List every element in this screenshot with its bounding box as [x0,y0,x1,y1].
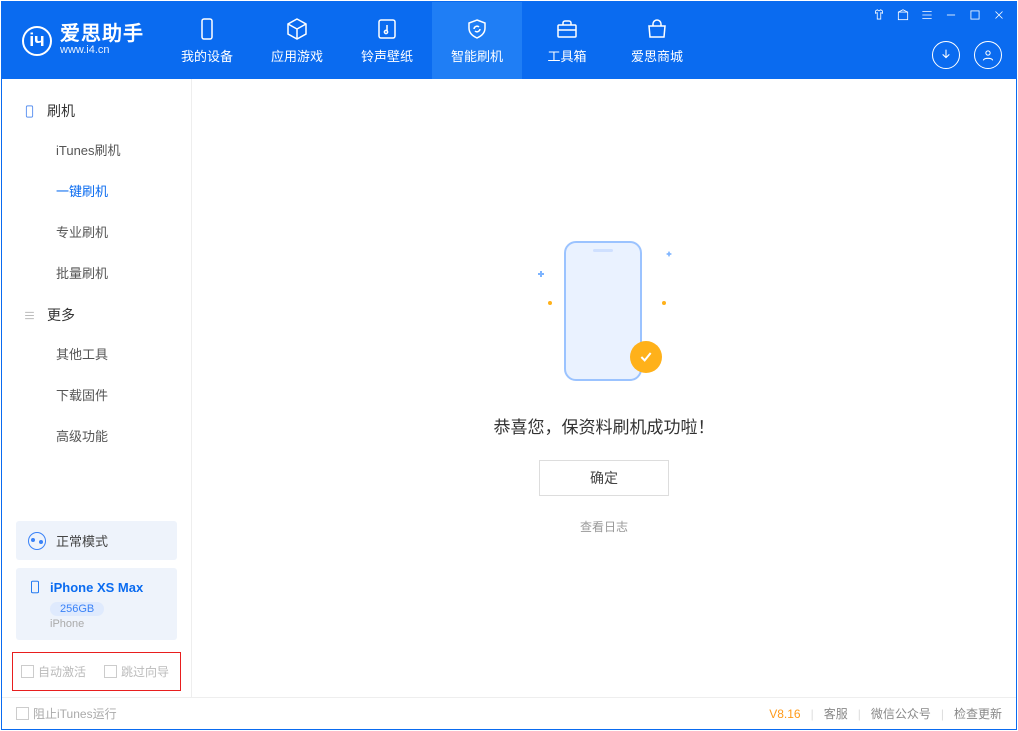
sidebar-item-itunes-flash[interactable]: iTunes刷机 [2,129,191,170]
nav-store[interactable]: 爱思商城 [612,2,702,79]
app-window: iч 爱思助手 www.i4.cn 我的设备 应用游戏 铃声壁纸 智能刷机 [1,1,1017,730]
close-icon[interactable] [992,8,1006,22]
sidebar-item-batch-flash[interactable]: 批量刷机 [2,252,191,293]
device-card[interactable]: iPhone XS Max 256GB iPhone [16,568,177,640]
footer-link-update[interactable]: 检查更新 [954,705,1002,722]
sidebar-item-other-tools[interactable]: 其他工具 [2,333,191,374]
app-title: 爱思助手 [60,24,144,45]
nav-apps-games[interactable]: 应用游戏 [252,2,342,79]
refresh-shield-icon [465,17,489,41]
main-content: 恭喜您，保资料刷机成功啦！ 确定 查看日志 [192,79,1016,697]
device-icon [28,578,42,596]
box-icon[interactable] [896,8,910,22]
nav-label: 工具箱 [547,46,586,65]
footer-link-support[interactable]: 客服 [824,705,848,722]
view-log-link[interactable]: 查看日志 [580,518,628,535]
sidebar-item-one-click-flash[interactable]: 一键刷机 [2,170,191,211]
toolbox-icon [555,17,579,41]
status-bar: 阻止iTunes运行 V8.16 | 客服 | 微信公众号 | 检查更新 [2,697,1016,729]
app-body: 刷机 iTunes刷机 一键刷机 专业刷机 批量刷机 更多 其他工具 下载固件 … [2,79,1016,697]
device-icon [22,104,37,119]
cube-icon [285,17,309,41]
user-button[interactable] [974,41,1002,69]
minimize-icon[interactable] [944,8,958,22]
device-name: iPhone XS Max [50,580,143,595]
window-controls [872,8,1006,22]
device-capacity: 256GB [50,602,104,616]
phone-icon [195,17,219,41]
list-icon [22,308,37,323]
top-nav: 我的设备 应用游戏 铃声壁纸 智能刷机 工具箱 爱思商城 [162,2,702,79]
tshirt-icon[interactable] [872,8,886,22]
sidebar-item-download-firmware[interactable]: 下载固件 [2,374,191,415]
group-more: 更多 [2,293,191,333]
nav-label: 我的设备 [181,46,233,65]
nav-label: 铃声壁纸 [361,46,413,65]
app-url: www.i4.cn [60,45,144,57]
nav-label: 智能刷机 [451,46,503,65]
check-icon [630,341,662,373]
mode-icon [28,532,46,550]
checkbox-skip-guide[interactable]: 跳过向导 [104,663,169,680]
checkbox-block-itunes[interactable]: 阻止iTunes运行 [16,705,117,722]
group-title: 刷机 [47,101,75,121]
store-icon [645,17,669,41]
header-actions [932,41,1002,69]
nav-label: 爱思商城 [631,46,683,65]
group-flash: 刷机 [2,89,191,129]
sidebar: 刷机 iTunes刷机 一键刷机 专业刷机 批量刷机 更多 其他工具 下载固件 … [2,79,192,697]
mode-card[interactable]: 正常模式 [16,521,177,560]
mode-label: 正常模式 [56,531,108,550]
maximize-icon[interactable] [968,8,982,22]
nav-toolbox[interactable]: 工具箱 [522,2,612,79]
download-button[interactable] [932,41,960,69]
menu-icon[interactable] [920,8,934,22]
device-type: iPhone [50,618,165,630]
logo-icon: iч [22,26,52,56]
app-logo: iч 爱思助手 www.i4.cn [2,2,162,79]
nav-flash[interactable]: 智能刷机 [432,2,522,79]
group-title: 更多 [47,305,75,325]
sidebar-item-pro-flash[interactable]: 专业刷机 [2,211,191,252]
music-icon [375,17,399,41]
app-header: iч 爱思助手 www.i4.cn 我的设备 应用游戏 铃声壁纸 智能刷机 [2,2,1016,79]
nav-my-device[interactable]: 我的设备 [162,2,252,79]
version-label: V8.16 [769,707,800,721]
success-illustration [544,241,664,391]
options-highlight-box: 自动激活 跳过向导 [12,652,181,691]
nav-label: 应用游戏 [271,46,323,65]
nav-ringtones[interactable]: 铃声壁纸 [342,2,432,79]
footer-link-wechat[interactable]: 微信公众号 [871,705,931,722]
sidebar-item-advanced[interactable]: 高级功能 [2,415,191,456]
success-message: 恭喜您，保资料刷机成功啦！ [494,413,715,438]
ok-button[interactable]: 确定 [539,460,669,496]
checkbox-auto-activate[interactable]: 自动激活 [21,663,86,680]
